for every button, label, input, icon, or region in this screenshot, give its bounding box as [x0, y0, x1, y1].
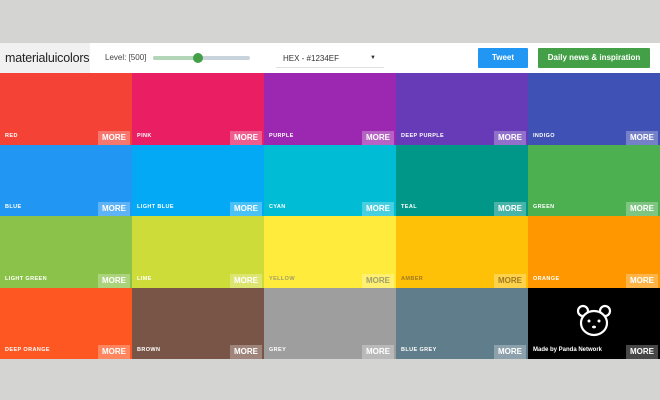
color-name-label: LIME [137, 275, 152, 282]
more-button[interactable]: MORE [626, 130, 658, 145]
color-tile[interactable]: DEEP PURPLE MORE [396, 73, 528, 145]
level-label: Level: [500] [105, 53, 147, 62]
more-button[interactable]: MORE [626, 345, 658, 359]
color-tile[interactable]: YELLOW MORE [264, 216, 396, 288]
more-button[interactable]: MORE [494, 273, 526, 288]
color-name-label: LIGHT BLUE [137, 204, 174, 210]
color-name-label: RED [5, 132, 18, 139]
color-tile[interactable]: Made by Panda Network MORE [528, 287, 660, 359]
daily-news-button[interactable]: Daily news & inspiration [538, 48, 650, 68]
top-backdrop [0, 0, 660, 43]
more-button[interactable]: MORE [362, 345, 394, 359]
more-button[interactable]: MORE [98, 273, 130, 288]
color-tile[interactable]: BROWN MORE [132, 287, 264, 359]
more-button[interactable]: MORE [98, 130, 130, 145]
color-tile[interactable]: PURPLE MORE [264, 73, 396, 145]
caret-down-icon: ▼ [370, 55, 376, 61]
color-tile[interactable]: PINK MORE [132, 73, 264, 145]
more-button[interactable]: MORE [98, 345, 130, 359]
more-button[interactable]: MORE [626, 273, 658, 288]
color-name-label: PINK [137, 132, 152, 139]
color-tile[interactable]: GREY MORE [264, 287, 396, 359]
level-slider-fill [153, 56, 198, 60]
color-name-label: TEAL [401, 204, 417, 210]
more-button[interactable]: MORE [362, 202, 394, 216]
color-name-label: AMBER [401, 275, 424, 282]
color-grid: RED MORE PINK MORE PURPLE MORE DEEP PURPLE MORE… [0, 73, 660, 359]
level-slider-thumb[interactable] [193, 53, 203, 63]
color-tile[interactable]: TEAL MORE [396, 144, 528, 216]
format-select[interactable]: HEX - #1234EF ▼ [276, 49, 384, 68]
color-name-label: ORANGE [533, 275, 560, 282]
color-name-label: CYAN [269, 204, 286, 210]
color-tile[interactable]: INDIGO MORE [528, 73, 660, 145]
panda-logo-icon [576, 304, 612, 336]
more-button[interactable]: MORE [230, 202, 262, 216]
format-select-value: HEX - #1234EF [283, 54, 340, 63]
color-tile[interactable]: AMBER MORE [396, 216, 528, 288]
color-tile[interactable]: DEEP ORANGE MORE [0, 287, 132, 359]
color-tile[interactable]: BLUE GREY MORE [396, 287, 528, 359]
color-name-label: GREEN [533, 204, 555, 210]
more-button[interactable]: MORE [494, 202, 526, 216]
tweet-button[interactable]: Tweet [478, 48, 528, 68]
level-slider[interactable] [153, 53, 250, 63]
more-button[interactable]: MORE [494, 130, 526, 145]
color-tile[interactable]: LIME MORE [132, 216, 264, 288]
color-tile[interactable]: GREEN MORE [528, 144, 660, 216]
color-name-label: BROWN [137, 347, 161, 353]
header-bar: materialuicolors Level: [500] HEX - #123… [0, 43, 660, 73]
more-button[interactable]: MORE [494, 345, 526, 359]
color-name-label: DEEP ORANGE [5, 347, 50, 353]
color-name-label: BLUE [5, 204, 22, 210]
credit-text[interactable]: Made by Panda Network [533, 347, 602, 353]
bottom-backdrop [0, 359, 660, 400]
color-tile[interactable]: ORANGE MORE [528, 216, 660, 288]
color-name-label: YELLOW [269, 275, 295, 282]
color-tile[interactable]: CYAN MORE [264, 144, 396, 216]
color-name-label: LIGHT GREEN [5, 275, 47, 282]
color-name-label: BLUE GREY [401, 347, 437, 353]
color-name-label: DEEP PURPLE [401, 132, 445, 139]
color-tile[interactable]: LIGHT BLUE MORE [132, 144, 264, 216]
more-button[interactable]: MORE [230, 130, 262, 145]
more-button[interactable]: MORE [98, 202, 130, 216]
more-button[interactable]: MORE [362, 273, 394, 288]
app-logo[interactable]: materialuicolors [0, 43, 90, 73]
more-button[interactable]: MORE [230, 273, 262, 288]
more-button[interactable]: MORE [626, 202, 658, 216]
color-name-label: INDIGO [533, 132, 555, 139]
color-tile[interactable]: RED MORE [0, 73, 132, 145]
color-tile[interactable]: LIGHT GREEN MORE [0, 216, 132, 288]
more-button[interactable]: MORE [362, 130, 394, 145]
color-tile[interactable]: BLUE MORE [0, 144, 132, 216]
more-button[interactable]: MORE [230, 345, 262, 359]
color-name-label: GREY [269, 347, 287, 353]
color-name-label: PURPLE [269, 132, 294, 139]
